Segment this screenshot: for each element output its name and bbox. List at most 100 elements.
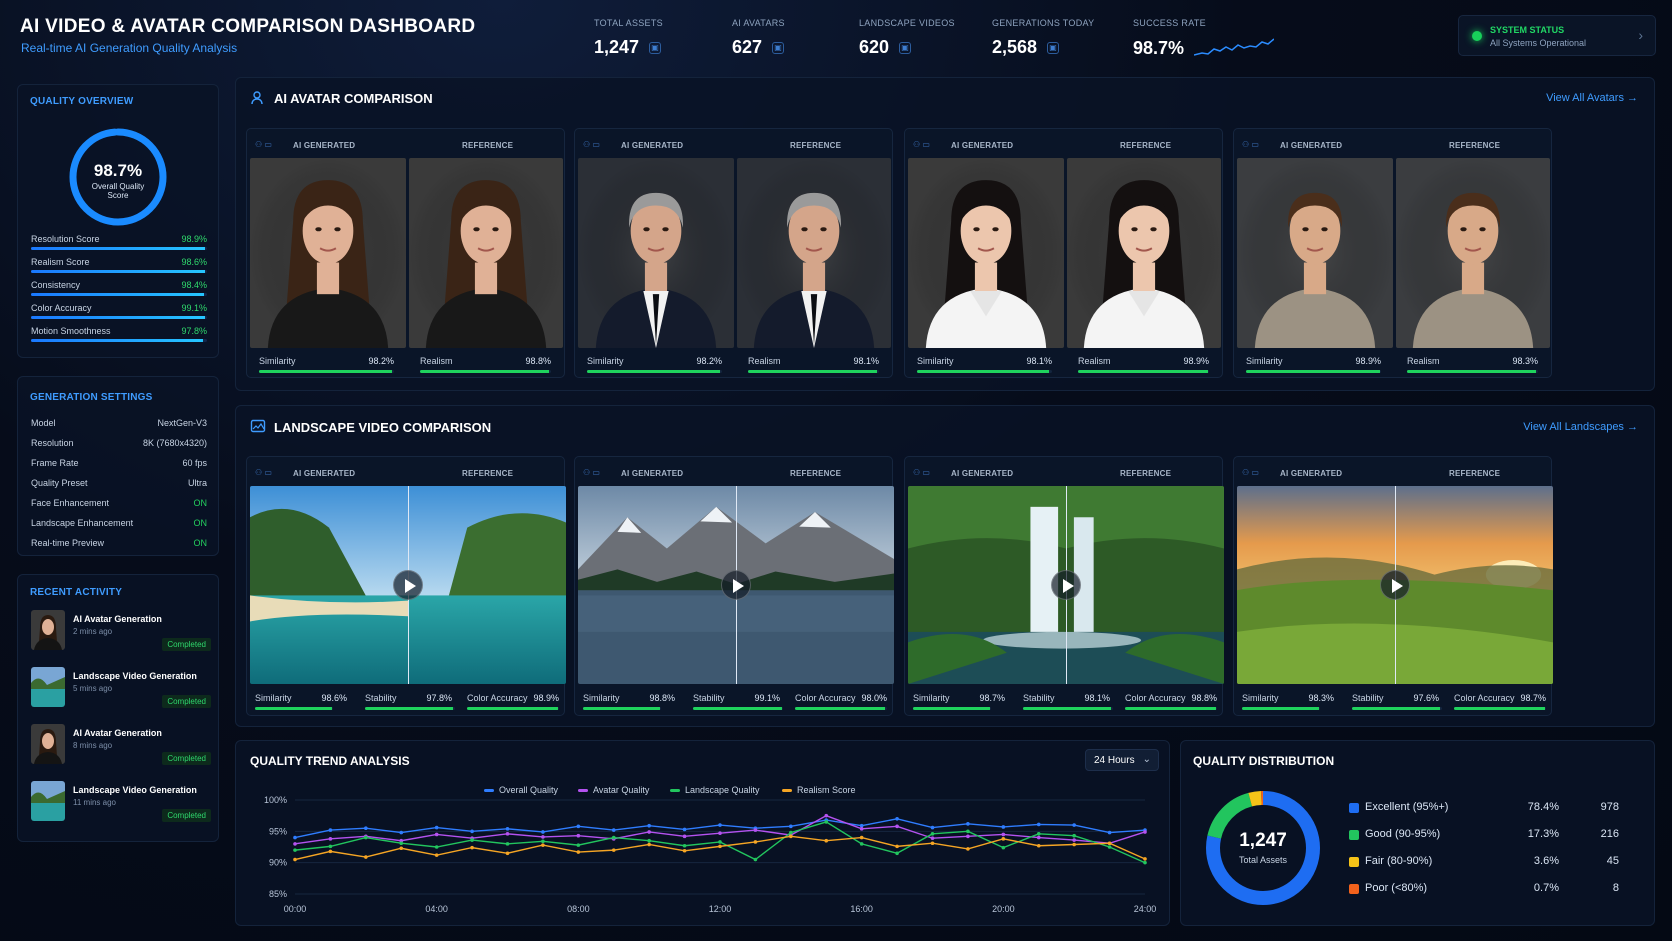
landscape-card[interactable]: ⚇ ▭ AI GENERATED REFERENCE Similarity 98.3% S…: [1233, 456, 1553, 716]
landscape-section-title: LANDSCAPE VIDEO COMPARISON: [274, 420, 492, 435]
data-point: [682, 843, 687, 848]
data-point: [895, 824, 899, 829]
color-accuracy-bar-fill: [1454, 707, 1545, 710]
data-point: [1072, 838, 1076, 842]
similarity-bar-fill: [255, 707, 332, 710]
landscape-similarity-metric: Similarity 98.8%: [583, 693, 675, 710]
realism-bar-fill: [748, 370, 877, 373]
quality-trend-title: QUALITY TREND ANALYSIS: [250, 754, 410, 768]
data-point: [293, 842, 297, 846]
kpi-generations-today: GENERATIONS TODAY 2,568 ▣: [992, 18, 1095, 57]
data-point: [930, 836, 935, 841]
landscape-stability-metric: Stability 97.8%: [365, 693, 455, 710]
landscape-card[interactable]: ⚇ ▭ AI GENERATED REFERENCE Similarity 98.7% S…: [904, 456, 1224, 716]
avatar-reference-image[interactable]: [409, 158, 563, 348]
data-point: [470, 838, 474, 842]
system-status-card[interactable]: SYSTEM STATUS All Systems Operational ›: [1458, 15, 1656, 56]
avatar-reference-image[interactable]: [1396, 158, 1550, 348]
distribution-row: Fair (80-90%) 3.6% 45: [1349, 855, 1619, 869]
data-point: [364, 855, 368, 859]
realism-bar-fill: [1407, 370, 1536, 373]
data-point: [434, 853, 439, 857]
data-point: [505, 827, 510, 831]
quality-overview-title: QUALITY OVERVIEW: [30, 96, 134, 107]
activity-thumbnail: [31, 667, 65, 707]
data-point: [1107, 841, 1112, 846]
data-point: [1143, 857, 1147, 861]
avatar-realism-metric: Realism 98.1%: [748, 356, 879, 373]
landscape-section-icon: [250, 419, 266, 433]
similarity-bar-fill: [917, 370, 1050, 373]
realism-bar-fill: [420, 370, 550, 373]
play-icon[interactable]: [1380, 570, 1410, 600]
avatar-card[interactable]: ⚇ ▭ AI GENERATED REFERENCE Similarity 98.2% R…: [574, 128, 893, 378]
landscape-color-metric: Color Accuracy 98.8%: [1125, 693, 1217, 710]
data-point: [753, 857, 758, 862]
data-point: [966, 822, 970, 826]
recent-activity-title: RECENT ACTIVITY: [30, 587, 123, 598]
x-tick-label: 16:00: [850, 904, 873, 914]
data-point: [505, 832, 510, 836]
x-tick-label: 20:00: [992, 904, 1015, 914]
activity-item[interactable]: Landscape Video Generation 5 mins ago Comp…: [31, 667, 211, 713]
avatar-generated-image[interactable]: [250, 158, 406, 348]
distribution-total: 1,247: [1239, 830, 1287, 851]
avatar-generated-image[interactable]: [578, 158, 734, 348]
color-accuracy-bar: [795, 707, 887, 710]
view-all-avatars-link[interactable]: View All Avatars →: [1546, 92, 1638, 104]
compare-icon: ⚇ ▭: [913, 468, 930, 477]
landscape-card[interactable]: ⚇ ▭ AI GENERATED REFERENCE Similarity 98.8% S…: [574, 456, 894, 716]
data-point: [470, 829, 474, 834]
avatar-card[interactable]: ⚇ ▭ AI GENERATED REFERENCE Similarity 98.1% R…: [904, 128, 1223, 378]
play-icon[interactable]: [393, 570, 423, 600]
compare-icon: ⚇ ▭: [583, 468, 600, 477]
compare-icon: ⚇ ▭: [1242, 140, 1259, 149]
data-point: [576, 850, 581, 854]
landscape-stability-metric: Stability 97.6%: [1352, 693, 1442, 710]
quality-metric: Color Accuracy 99.1%: [31, 303, 207, 319]
quality-metric-bar: [31, 339, 207, 342]
view-all-landscapes-link[interactable]: View All Landscapes →: [1523, 421, 1638, 433]
activity-item[interactable]: Landscape Video Generation 11 mins ago Com…: [31, 781, 211, 827]
data-point: [611, 848, 616, 852]
data-point: [718, 840, 722, 844]
activity-item[interactable]: AI Avatar Generation 2 mins ago Completed: [31, 610, 211, 656]
play-icon[interactable]: [1051, 570, 1081, 600]
avatar-generated-image[interactable]: [908, 158, 1064, 348]
stability-bar: [693, 707, 783, 710]
avatar-generated-image[interactable]: [1237, 158, 1393, 348]
data-point: [293, 835, 297, 840]
data-point: [895, 844, 899, 849]
time-range-dropdown[interactable]: 24 Hours ⌄: [1085, 749, 1159, 771]
data-point: [399, 830, 404, 835]
avatar-card[interactable]: ⚇ ▭ AI GENERATED REFERENCE Similarity 98.9% R…: [1233, 128, 1552, 378]
avatar-reference-image[interactable]: [1067, 158, 1221, 348]
activity-item[interactable]: AI Avatar Generation 8 mins ago Completed: [31, 724, 211, 770]
quality-score-label: Overall Quality Score: [91, 182, 145, 200]
data-point: [789, 830, 793, 835]
status-text: All Systems Operational: [1490, 38, 1587, 48]
landscape-card[interactable]: ⚇ ▭ AI GENERATED REFERENCE Similarity 98.6% S…: [246, 456, 566, 716]
data-point: [576, 824, 581, 829]
similarity-bar: [1246, 370, 1381, 373]
data-point: [930, 832, 935, 836]
play-icon[interactable]: [721, 570, 751, 600]
generation-icon: ▣: [1047, 41, 1060, 54]
landscape-similarity-metric: Similarity 98.7%: [913, 693, 1005, 710]
recent-activity-panel: RECENT ACTIVITY AI Avatar Generation 2 mi…: [17, 574, 219, 842]
quality-trend-chart: 100% 95% 90% 85% 00:00 04:00 08:00 12:00 16:00 20…: [264, 795, 1156, 914]
generation-settings-panel: GENERATION SETTINGS Model NextGen-V3 Resol…: [17, 376, 219, 556]
compare-icon: ⚇ ▭: [255, 468, 272, 477]
data-point: [1036, 835, 1041, 840]
compare-icon: ⚇ ▭: [913, 140, 930, 149]
data-point: [399, 846, 404, 851]
avatar-card[interactable]: ⚇ ▭ AI GENERATED REFERENCE Similarity 98.2% R…: [246, 128, 565, 378]
distribution-swatch: [1349, 830, 1359, 840]
arrow-right-icon: →: [1627, 92, 1638, 104]
status-badge: Completed: [162, 752, 211, 765]
distribution-swatch: [1349, 857, 1359, 867]
data-point: [293, 848, 297, 852]
y-tick-label: 85%: [269, 889, 287, 899]
avatar-reference-image[interactable]: [737, 158, 891, 348]
data-point: [1001, 825, 1006, 829]
